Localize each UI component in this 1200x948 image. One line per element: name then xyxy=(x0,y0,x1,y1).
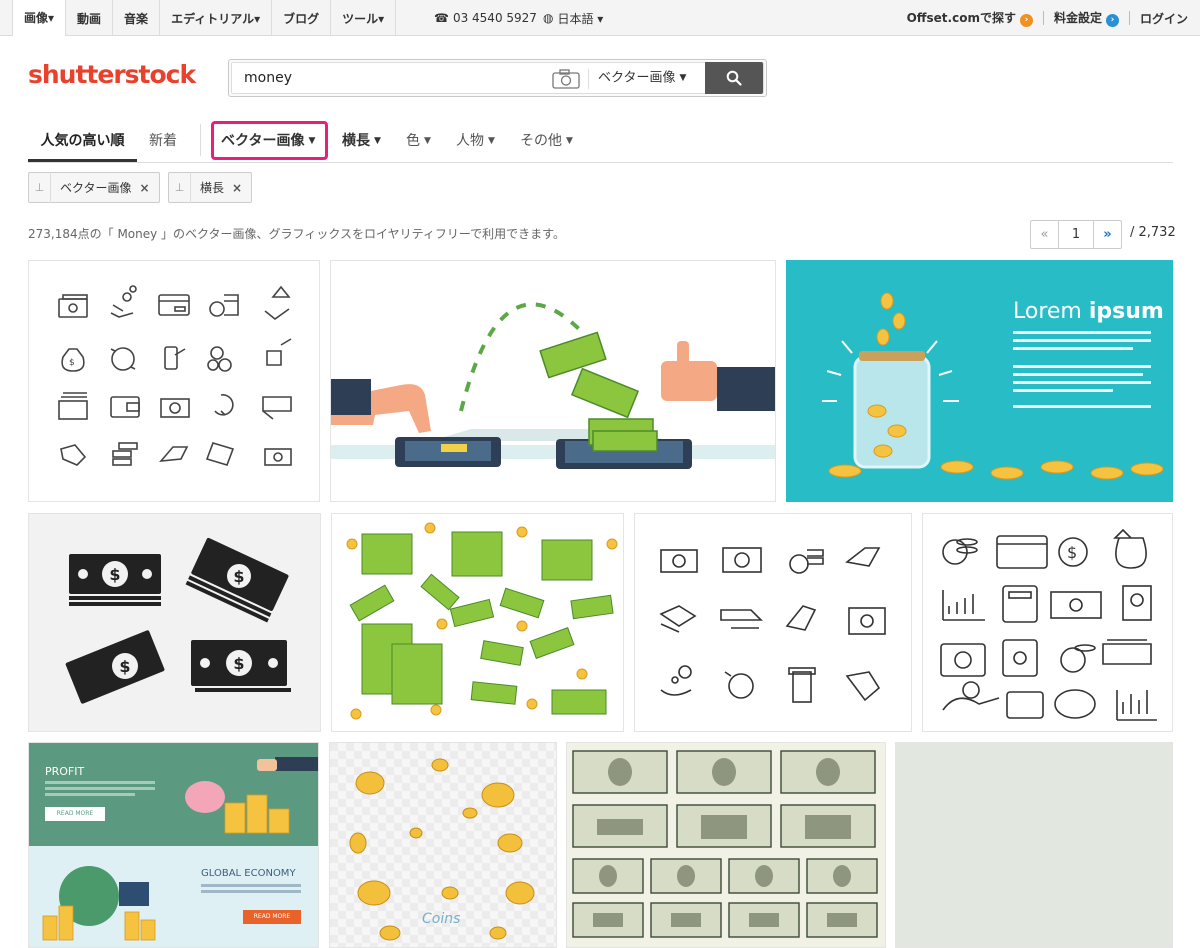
image-tile-flying-coins[interactable]: Coins xyxy=(329,742,557,948)
chevron-right-icon: › xyxy=(1019,14,1033,27)
economy-banner: GLOBAL ECONOMY READ MORE xyxy=(29,846,318,947)
tab-popular[interactable]: 人気の高い順 xyxy=(28,120,137,162)
tab-people-label: 人物 xyxy=(456,133,484,149)
total-pages: / 2,732 xyxy=(1130,225,1176,240)
shutterstock-logo[interactable]: shutterstock xyxy=(28,60,196,89)
ipsum-word: ipsum xyxy=(1088,299,1164,324)
svg-text:$: $ xyxy=(233,567,244,586)
top-nav-bar: 画像▾ 動画 音楽 エディトリアル▾ ブログ ツール▾ ☎ 03 4540 59… xyxy=(0,0,1200,37)
search-type-select[interactable]: ベクター画像 ▼ xyxy=(598,63,686,93)
svg-text:$: $ xyxy=(69,358,75,368)
chevron-down-icon: ▼ xyxy=(679,73,687,83)
divider xyxy=(1128,11,1130,25)
image-tile-outline-icons[interactable] xyxy=(634,513,912,732)
tab-people[interactable]: 人物 ▼ xyxy=(456,120,495,162)
pricing-link[interactable]: 料金設定 › xyxy=(1054,9,1119,27)
lorem-heading: Lorem ipsum xyxy=(1013,299,1164,324)
pagination: « 1 » xyxy=(1030,220,1122,249)
login-link[interactable]: ログイン xyxy=(1140,10,1188,27)
phone-contact[interactable]: ☎ 03 4540 5927 xyxy=(434,0,537,36)
chevron-down-icon: ▼ xyxy=(566,136,573,146)
money-icons-illustration: $ xyxy=(58,285,292,466)
coins-label: Coins xyxy=(422,911,461,927)
profit-banner: PROFIT READ MORE xyxy=(29,743,318,846)
tab-orientation[interactable]: 横長 ▼ xyxy=(342,120,381,162)
divider xyxy=(1042,11,1044,25)
tab-color[interactable]: 色 ▼ xyxy=(406,120,431,162)
image-tile-placeholder[interactable] xyxy=(895,742,1173,948)
filter-tabs: 人気の高い順 新着 ベクター画像 ▼ 横長 ▼ 色 ▼ 人物 ▼ その他 ▼ xyxy=(28,120,1173,163)
divider xyxy=(200,124,201,156)
chevron-down-icon: ▼ xyxy=(374,136,381,146)
finance-icons-illustration: $ xyxy=(940,528,1157,721)
top-right-links: Offset.comで探す › 料金設定 › ログイン xyxy=(907,0,1188,36)
chevron-down-icon: ▼ xyxy=(424,136,431,146)
filter-chip-orientation: ⊥ 横長 × xyxy=(168,172,253,203)
search-box: money ベクター画像 ▼ xyxy=(231,62,764,94)
nav-blog[interactable]: ブログ xyxy=(272,0,332,36)
close-icon[interactable]: × xyxy=(232,181,251,195)
phone-icon: ☎ xyxy=(434,11,449,25)
globe-illustration xyxy=(42,866,156,941)
nav-video[interactable]: 動画 xyxy=(66,0,114,36)
image-tile-bill-icons[interactable]: $ $ $ $ xyxy=(28,513,321,732)
language-label: 日本語 ▾ xyxy=(557,11,604,26)
top-nav: 画像▾ 動画 音楽 エディトリアル▾ ブログ ツール▾ xyxy=(12,0,397,37)
next-page-button[interactable]: » xyxy=(1093,221,1121,248)
offset-link[interactable]: Offset.comで探す › xyxy=(907,9,1033,27)
nav-tools[interactable]: ツール▾ xyxy=(331,0,397,36)
globe-icon: ◍ xyxy=(543,11,554,25)
mobile-payment-illustration xyxy=(331,302,775,469)
image-tile-banknotes[interactable] xyxy=(566,742,886,948)
search-button[interactable] xyxy=(705,62,763,94)
camera-icon[interactable] xyxy=(552,69,580,89)
tab-newest[interactable]: 新着 xyxy=(149,120,177,162)
nav-music[interactable]: 音楽 xyxy=(113,0,161,36)
search-icon xyxy=(726,70,742,86)
search-input[interactable]: money xyxy=(244,63,292,93)
close-icon[interactable]: × xyxy=(140,181,159,195)
outline-money-icons xyxy=(659,547,886,703)
svg-text:$: $ xyxy=(1067,543,1077,562)
chevron-down-icon: ▼ xyxy=(488,136,495,146)
prev-page-button[interactable]: « xyxy=(1031,221,1059,248)
language-selector[interactable]: ◍ 日本語 ▾ xyxy=(543,0,603,36)
money-stacks-illustration xyxy=(346,522,618,720)
search-bar: money ベクター画像 ▼ xyxy=(228,59,767,97)
pricing-label: 料金設定 xyxy=(1053,11,1102,25)
dollar-bills-illustration: $ $ $ $ xyxy=(65,537,291,704)
pin-icon[interactable]: ⊥ xyxy=(169,172,191,203)
chevron-right-icon: › xyxy=(1105,14,1119,27)
image-tile-money-stacks[interactable] xyxy=(331,513,624,732)
banknotes-illustration xyxy=(572,750,878,938)
offset-label: Offset.comで探す xyxy=(906,11,1016,25)
image-tile-mobile-payment[interactable] xyxy=(330,260,776,502)
svg-text:$: $ xyxy=(119,657,130,676)
chip-label: 横長 xyxy=(200,181,225,195)
filter-chip-vector: ⊥ ベクター画像 × xyxy=(28,172,160,203)
tab-more-label: その他 xyxy=(520,133,562,149)
phone-number: 03 4540 5927 xyxy=(452,11,537,25)
divider xyxy=(588,69,589,89)
lorem-word: Lorem xyxy=(1013,299,1082,324)
nav-images[interactable]: 画像▾ xyxy=(12,0,67,37)
pin-icon[interactable]: ⊥ xyxy=(29,172,51,203)
results-count: 273,184点の「 Money 」のベクター画像、グラフィックスをロイヤリティ… xyxy=(28,227,565,241)
image-tile-banners[interactable]: PROFIT READ MORE GLOBAL ECONOMY READ MOR… xyxy=(28,742,319,948)
search-type-label: ベクター画像 xyxy=(598,70,676,86)
svg-text:$: $ xyxy=(233,654,244,673)
coin-jar-illustration xyxy=(822,292,1164,480)
image-tile-icon-set-1[interactable]: $ xyxy=(28,260,320,502)
page-number-input[interactable]: 1 xyxy=(1059,221,1093,248)
tab-color-label: 色 xyxy=(406,133,420,149)
image-tile-finance-icons[interactable]: $ xyxy=(922,513,1173,732)
tab-more[interactable]: その他 ▼ xyxy=(520,120,573,162)
image-tile-coin-jar[interactable]: Lorem ipsum xyxy=(786,260,1173,502)
nav-editorial[interactable]: エディトリアル▾ xyxy=(160,0,273,36)
svg-text:$: $ xyxy=(109,565,120,584)
vector-tab-highlight xyxy=(211,121,328,160)
tab-orientation-label: 横長 xyxy=(342,133,370,149)
piggy-bank-illustration xyxy=(185,757,318,834)
chip-label: ベクター画像 xyxy=(60,181,132,195)
